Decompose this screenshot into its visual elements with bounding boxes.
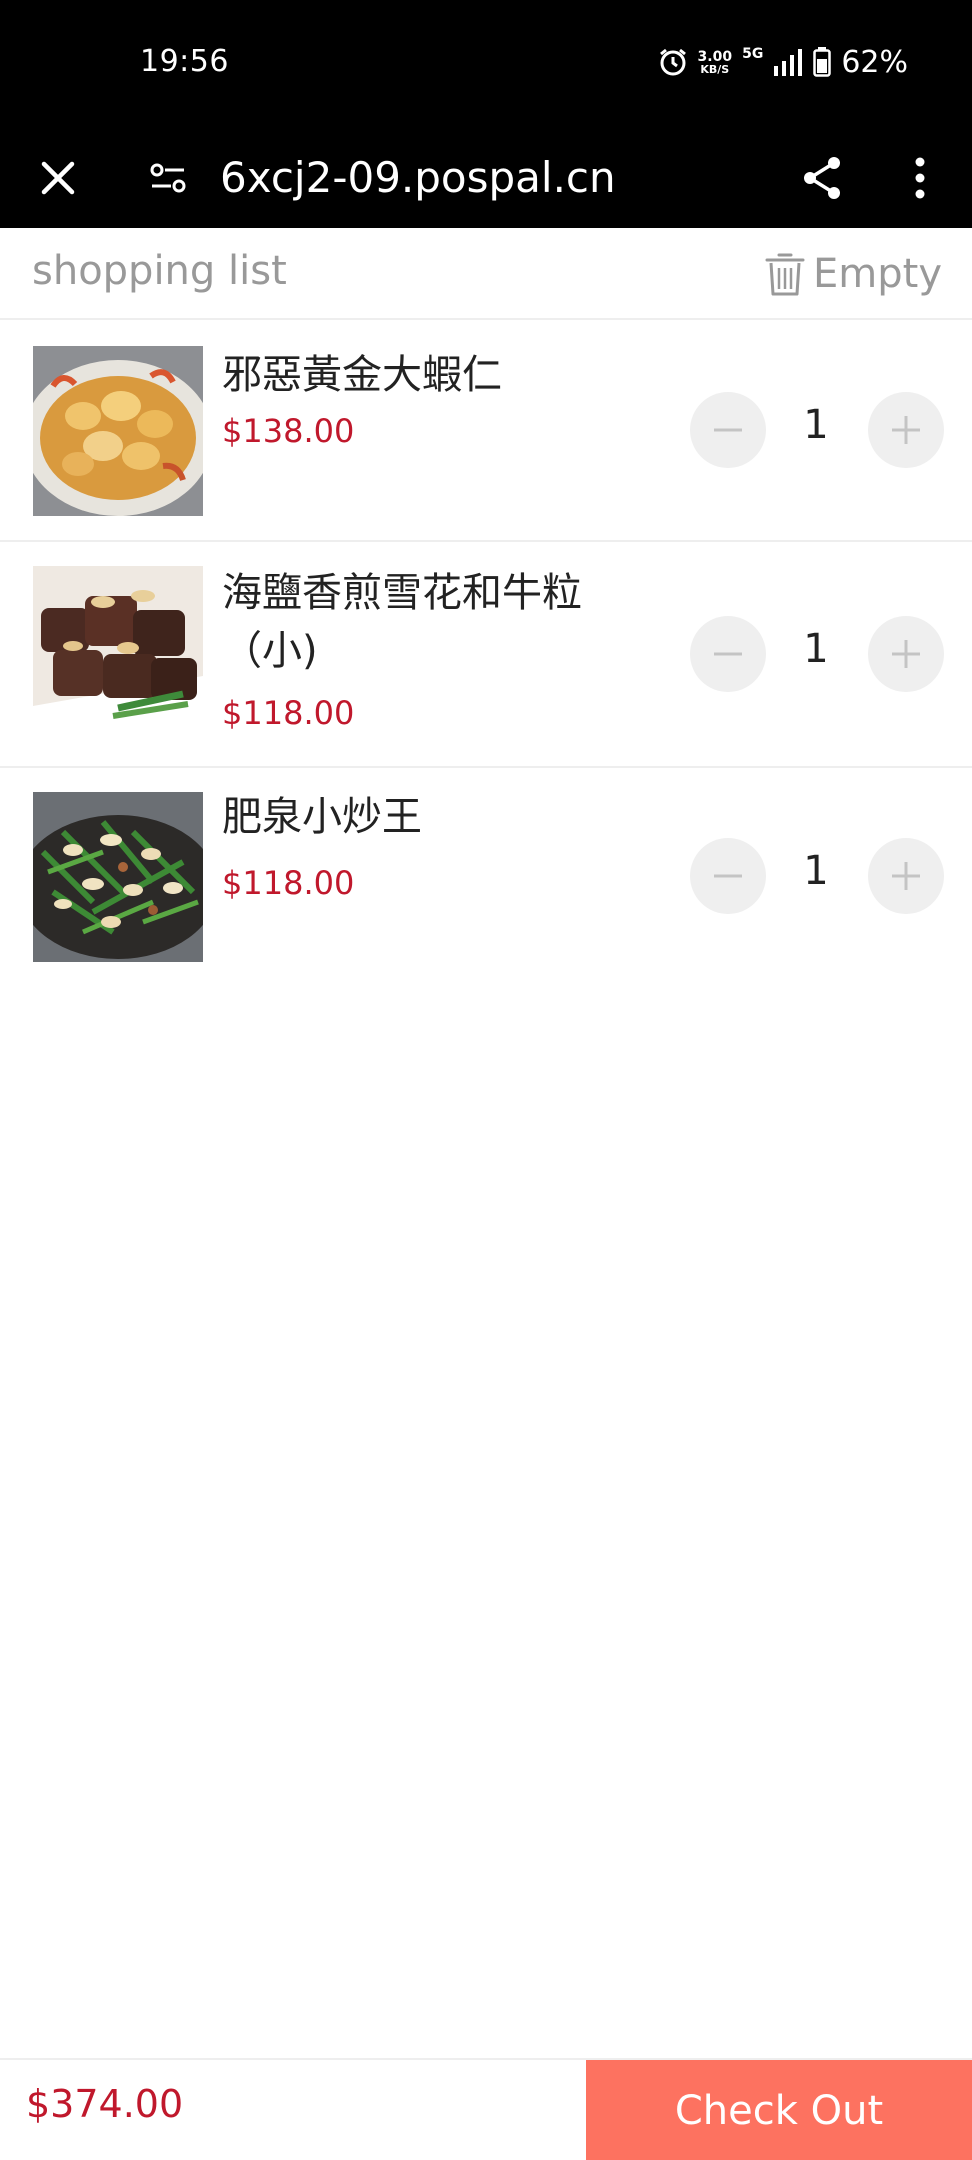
alarm-icon [659,48,686,76]
app-root: 19:56 3.00 KB/S 5G 62% 6xcj2-09.pospal.c… [0,0,972,2160]
checkout-button[interactable]: Check Out [586,2060,972,2160]
status-time: 19:56 [140,44,229,79]
checkout-bar: $374.00 Check Out [0,2058,972,2160]
share-icon [804,157,840,199]
plus-icon [892,862,920,890]
product-name: 邪惡黃金大蝦仁 [222,352,502,398]
status-icons: 3.00 KB/S 5G 62% [658,42,908,82]
product-name: 海鹽香煎雪花和牛粒（小) [222,570,582,674]
cart-item: 肥泉小炒王 $118.00 1 [0,768,972,988]
quantity-value: 1 [803,848,829,894]
browser-toolbar: 6xcj2-09.pospal.cn [0,128,972,228]
more-vert-icon [915,157,925,199]
net-speed: 3.00 KB/S [698,50,733,75]
decrease-quantity-button[interactable] [690,838,766,914]
product-image[interactable] [33,792,203,962]
minus-icon [714,874,742,878]
trash-icon [765,253,805,296]
product-price: $118.00 [222,694,355,732]
empty-cart-label: Empty [813,251,942,297]
cart-total: $374.00 [26,2082,184,2126]
net-speed-unit: KB/S [700,62,730,76]
product-price: $118.00 [222,864,355,902]
net-speed-value: 3.00 [697,48,733,65]
close-icon [41,161,75,195]
battery-percent: 62% [841,44,908,80]
product-name: 肥泉小炒王 [222,794,422,840]
beef-dish-image [33,566,203,736]
quantity-value: 1 [803,402,829,448]
quantity-value: 1 [803,626,829,672]
minus-icon [714,428,742,432]
plus-icon [892,416,920,444]
minus-icon [714,652,742,656]
shrimp-dish-image [33,346,203,516]
product-image[interactable] [33,346,203,516]
cart-title: shopping list [32,248,287,294]
product-image[interactable] [33,566,203,736]
decrease-quantity-button[interactable] [690,616,766,692]
decrease-quantity-button[interactable] [690,392,766,468]
status-bar: 19:56 3.00 KB/S 5G 62% [0,0,972,128]
increase-quantity-button[interactable] [868,616,944,692]
stir-fry-dish-image [33,792,203,962]
cart-header: shopping list Empty [0,228,972,320]
close-button[interactable] [30,150,86,206]
empty-cart-button[interactable]: Empty [765,246,942,302]
increase-quantity-button[interactable] [868,838,944,914]
tune-icon [150,163,186,193]
plus-icon [892,640,920,668]
cart-item: 海鹽香煎雪花和牛粒（小) $118.00 1 [0,542,972,768]
site-settings-button[interactable] [140,150,196,206]
battery-icon [813,47,832,77]
network-type: 5G [742,46,764,62]
url-text[interactable]: 6xcj2-09.pospal.cn [220,150,616,206]
cart-item: 邪惡黃金大蝦仁 $138.00 1 [0,322,972,542]
product-price: $138.00 [222,412,355,450]
increase-quantity-button[interactable] [868,392,944,468]
more-options-button[interactable] [890,148,950,208]
signal-icon [774,49,803,76]
share-button[interactable] [792,148,852,208]
